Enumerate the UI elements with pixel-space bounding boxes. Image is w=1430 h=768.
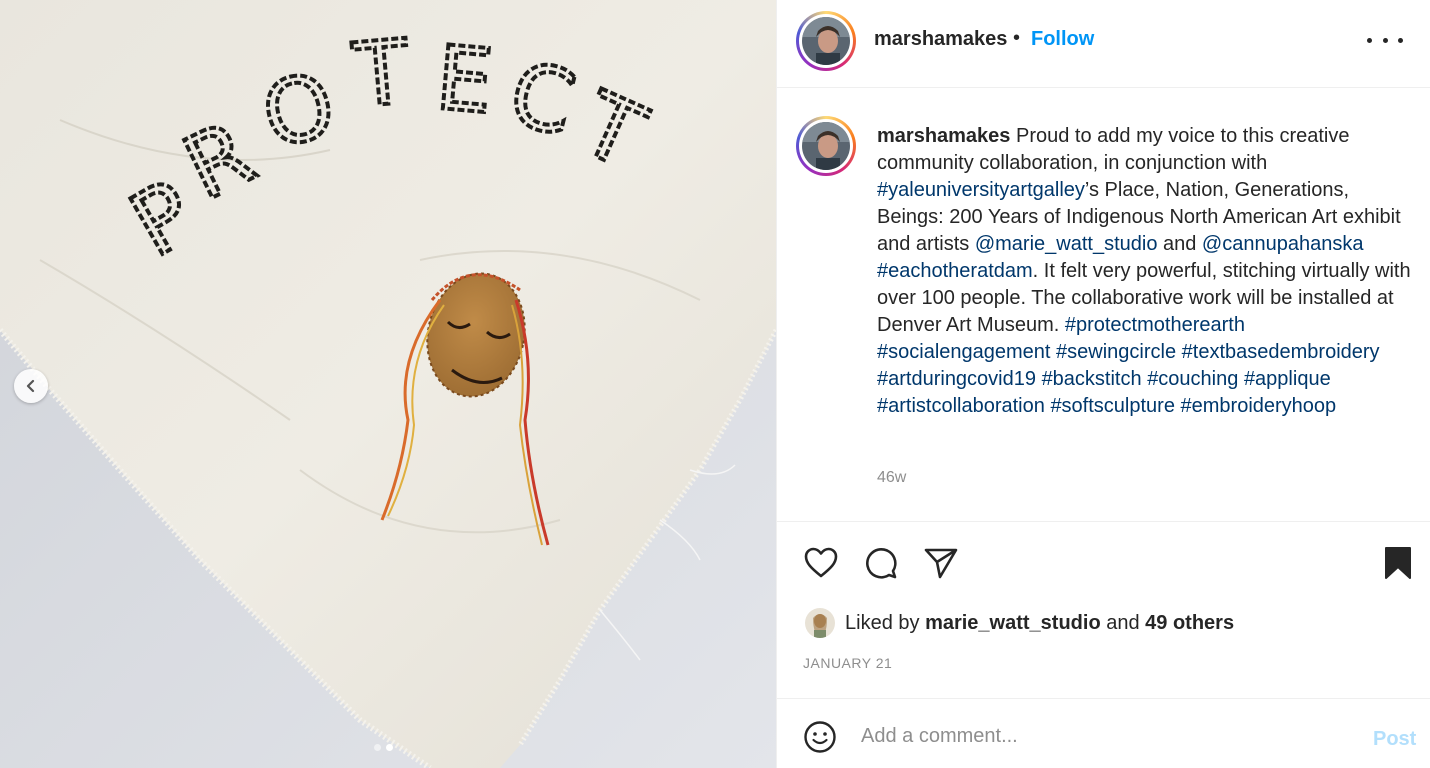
post-photo[interactable]: PROTECT <box>0 0 776 768</box>
caption-hashtag[interactable]: #yaleuniversityartgalley <box>877 179 1085 201</box>
post-header: marshamakes • Follow <box>777 0 1430 88</box>
caption-text: and <box>1157 233 1202 255</box>
likes-others-link[interactable]: 49 others <box>1145 612 1234 634</box>
caption-hashtag[interactable]: #embroideryhoop <box>1181 395 1337 417</box>
comment-input[interactable] <box>861 721 1341 751</box>
likes-middle: and <box>1100 611 1146 634</box>
comment-icon[interactable] <box>863 545 899 581</box>
caption-hashtag[interactable]: #backstitch <box>1042 368 1142 390</box>
embroidered-letter: T <box>349 20 414 127</box>
caption-hashtag[interactable]: #socialengagement <box>877 341 1050 363</box>
avatar <box>802 17 850 65</box>
caption-mention[interactable]: @cannupahanska <box>1202 233 1364 255</box>
caption-area: marshamakes Proud to add my voice to thi… <box>777 89 1430 521</box>
caption-hashtag[interactable]: #couching <box>1147 368 1238 390</box>
likes-row: Liked by marie_watt_studio and 49 others <box>805 607 1234 639</box>
caption-username[interactable]: marshamakes <box>877 125 1010 147</box>
post-side-panel: marshamakes • Follow marshamakes Proud t… <box>776 0 1430 768</box>
post-comment-button[interactable]: Post <box>1373 728 1416 751</box>
likes-text: Liked by marie_watt_studio and 49 others <box>845 612 1234 635</box>
post-author-username[interactable]: marshamakes <box>874 28 1007 51</box>
separator-dot: • <box>1013 27 1021 49</box>
caption-hashtag[interactable]: #eachotheratdam <box>877 260 1033 282</box>
post-date[interactable]: JANUARY 21 <box>803 655 892 671</box>
carousel-prev-button[interactable] <box>14 369 48 403</box>
liker-username[interactable]: marie_watt_studio <box>925 612 1101 634</box>
embroidery-photo: PRO T E CT <box>0 0 776 768</box>
likes-prefix: Liked by <box>845 611 926 634</box>
post-time-ago[interactable]: 46w <box>877 469 906 487</box>
carousel-dot <box>374 744 381 751</box>
story-ring[interactable] <box>796 11 856 71</box>
share-icon[interactable] <box>923 545 959 581</box>
liker-avatar[interactable] <box>805 608 835 638</box>
carousel-dot-active <box>386 744 393 751</box>
follow-button[interactable]: Follow <box>1031 28 1094 51</box>
caption-hashtag[interactable]: #artistcollaboration <box>877 395 1045 417</box>
caption-mention[interactable]: @marie_watt_studio <box>975 233 1158 255</box>
heart-icon[interactable] <box>803 545 839 581</box>
caption-hashtag[interactable]: #sewingcircle <box>1056 341 1176 363</box>
bookmark-icon[interactable] <box>1383 545 1413 581</box>
caption-avatar <box>802 122 850 170</box>
carousel-dots <box>374 744 393 751</box>
caption-hashtag[interactable]: #softsculpture <box>1050 395 1175 417</box>
emoji-icon[interactable] <box>803 720 837 754</box>
caption-hashtag[interactable]: #applique <box>1244 368 1331 390</box>
post-caption: marshamakes Proud to add my voice to thi… <box>877 123 1417 420</box>
caption-hashtag[interactable]: #protectmotherearth <box>1065 314 1245 336</box>
comment-bar: Post <box>777 698 1430 768</box>
more-options-icon[interactable] <box>1367 28 1403 52</box>
embroidered-letter: E <box>432 26 496 133</box>
caption-hashtag[interactable]: #artduringcovid19 <box>877 368 1036 390</box>
chevron-left-icon <box>26 379 35 393</box>
caption-story-ring[interactable] <box>796 116 856 176</box>
caption-hashtag[interactable]: #textbasedembroidery <box>1182 341 1380 363</box>
action-bar: Liked by marie_watt_studio and 49 others… <box>777 521 1430 698</box>
